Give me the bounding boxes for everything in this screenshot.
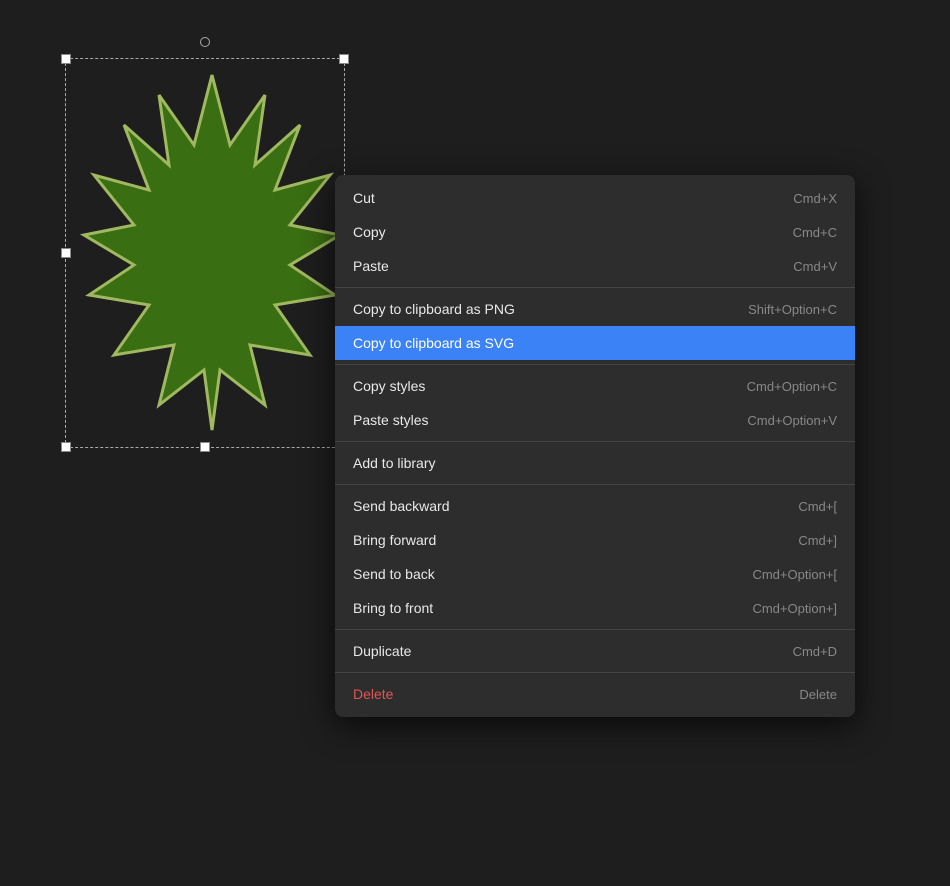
menu-item-label-send-backward: Send backward bbox=[353, 498, 450, 514]
menu-item-bring-front[interactable]: Bring to front Cmd+Option+] bbox=[335, 591, 855, 625]
menu-item-shortcut-delete: Delete bbox=[799, 687, 837, 702]
menu-item-send-backward[interactable]: Send backward Cmd+[ bbox=[335, 489, 855, 523]
menu-item-shortcut-paste-styles: Cmd+Option+V bbox=[747, 413, 837, 428]
rotate-handle[interactable] bbox=[200, 37, 210, 47]
menu-item-shortcut-bring-forward: Cmd+] bbox=[798, 533, 837, 548]
menu-item-shortcut-send-backward: Cmd+[ bbox=[798, 499, 837, 514]
menu-item-label-copy-styles: Copy styles bbox=[353, 378, 425, 394]
menu-item-shortcut-cut: Cmd+X bbox=[793, 191, 837, 206]
menu-divider-0 bbox=[335, 287, 855, 288]
menu-item-duplicate[interactable]: Duplicate Cmd+D bbox=[335, 634, 855, 668]
menu-item-cut[interactable]: Cut Cmd+X bbox=[335, 181, 855, 215]
menu-divider-3 bbox=[335, 484, 855, 485]
menu-item-copy[interactable]: Copy Cmd+C bbox=[335, 215, 855, 249]
menu-item-paste-styles[interactable]: Paste styles Cmd+Option+V bbox=[335, 403, 855, 437]
menu-item-shortcut-bring-front: Cmd+Option+] bbox=[752, 601, 837, 616]
menu-divider-2 bbox=[335, 441, 855, 442]
handle-bottom-left[interactable] bbox=[61, 442, 71, 452]
canvas: Cut Cmd+X Copy Cmd+C Paste Cmd+V Copy to… bbox=[0, 0, 950, 886]
handle-top-right[interactable] bbox=[339, 54, 349, 64]
menu-item-paste[interactable]: Paste Cmd+V bbox=[335, 249, 855, 283]
menu-item-label-cut: Cut bbox=[353, 190, 375, 206]
menu-item-copy-png[interactable]: Copy to clipboard as PNG Shift+Option+C bbox=[335, 292, 855, 326]
menu-item-label-copy-png: Copy to clipboard as PNG bbox=[353, 301, 515, 317]
menu-item-add-library[interactable]: Add to library bbox=[335, 446, 855, 480]
menu-item-shortcut-copy-png: Shift+Option+C bbox=[748, 302, 837, 317]
handle-bottom-middle[interactable] bbox=[200, 442, 210, 452]
menu-item-shortcut-copy-styles: Cmd+Option+C bbox=[747, 379, 837, 394]
menu-item-shortcut-duplicate: Cmd+D bbox=[793, 644, 837, 659]
selection-box bbox=[65, 58, 345, 448]
menu-item-label-send-back: Send to back bbox=[353, 566, 435, 582]
handle-top-left[interactable] bbox=[61, 54, 71, 64]
menu-divider-5 bbox=[335, 672, 855, 673]
handle-middle-left[interactable] bbox=[61, 248, 71, 258]
context-menu: Cut Cmd+X Copy Cmd+C Paste Cmd+V Copy to… bbox=[335, 175, 855, 717]
menu-item-delete[interactable]: Delete Delete bbox=[335, 677, 855, 711]
menu-item-send-back[interactable]: Send to back Cmd+Option+[ bbox=[335, 557, 855, 591]
menu-item-label-duplicate: Duplicate bbox=[353, 643, 411, 659]
menu-divider-1 bbox=[335, 364, 855, 365]
menu-item-label-add-library: Add to library bbox=[353, 455, 435, 471]
menu-item-label-bring-forward: Bring forward bbox=[353, 532, 436, 548]
menu-item-label-copy: Copy bbox=[353, 224, 386, 240]
menu-item-shortcut-send-back: Cmd+Option+[ bbox=[752, 567, 837, 582]
menu-item-label-delete: Delete bbox=[353, 686, 393, 702]
menu-item-label-paste-styles: Paste styles bbox=[353, 412, 428, 428]
menu-divider-4 bbox=[335, 629, 855, 630]
menu-item-label-bring-front: Bring to front bbox=[353, 600, 433, 616]
menu-item-label-paste: Paste bbox=[353, 258, 389, 274]
menu-item-shortcut-paste: Cmd+V bbox=[793, 259, 837, 274]
menu-item-label-copy-svg: Copy to clipboard as SVG bbox=[353, 335, 514, 351]
menu-item-copy-styles[interactable]: Copy styles Cmd+Option+C bbox=[335, 369, 855, 403]
menu-item-bring-forward[interactable]: Bring forward Cmd+] bbox=[335, 523, 855, 557]
menu-item-copy-svg[interactable]: Copy to clipboard as SVG bbox=[335, 326, 855, 360]
menu-item-shortcut-copy: Cmd+C bbox=[793, 225, 837, 240]
